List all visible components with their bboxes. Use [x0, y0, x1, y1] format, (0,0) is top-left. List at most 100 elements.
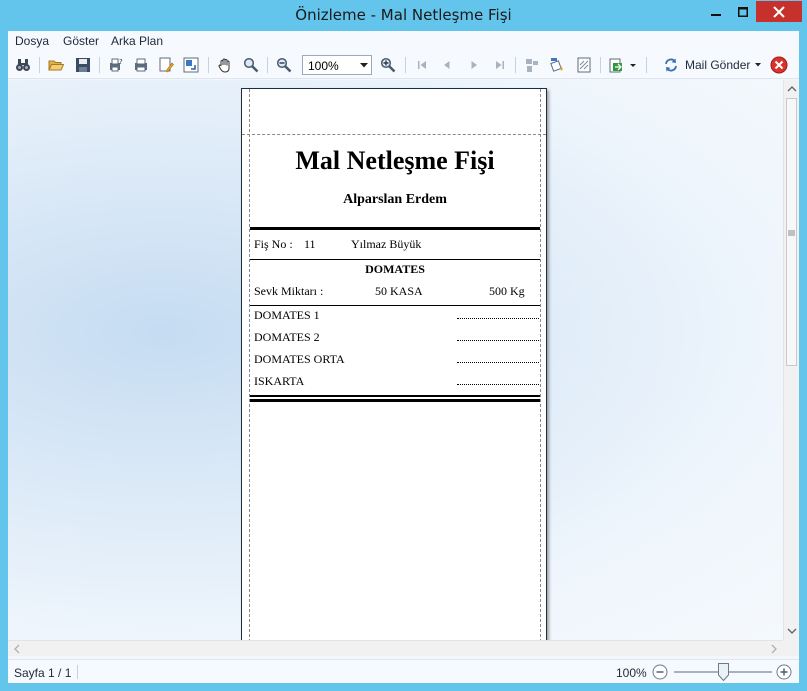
line-item-label: DOMATES 2: [254, 330, 320, 344]
printer-icon: [135, 58, 147, 72]
divider-double-top: [250, 395, 540, 397]
report-subtitle: Alparslan Erdem: [343, 192, 447, 207]
divider: [250, 305, 540, 306]
divider-double-bottom: [250, 399, 540, 402]
export-button[interactable]: [607, 55, 641, 75]
page-margin-top: [242, 134, 546, 135]
toolbar-separator: [600, 57, 601, 73]
report-title: Mal Netleşme Fişi: [295, 146, 495, 175]
close-icon: [773, 5, 785, 18]
print-setup-icon: ?: [110, 58, 123, 72]
watermark-button[interactable]: [574, 55, 594, 75]
window-title: Önizleme - Mal Netleşme Fişi: [295, 6, 512, 24]
first-page-button[interactable]: [412, 55, 432, 75]
find-button[interactable]: [13, 55, 33, 75]
zoom-slider-thumb[interactable]: [717, 663, 729, 681]
menu-dosya[interactable]: Dosya: [15, 34, 49, 48]
next-page-button[interactable]: [464, 55, 484, 75]
magnifier-button[interactable]: [241, 55, 261, 75]
zoom-combo-value: 100%: [308, 59, 339, 73]
sevk-kasa: 50 KASA: [375, 284, 423, 298]
toolbar-separator: [515, 57, 516, 73]
horizontal-scrollbar[interactable]: [8, 640, 783, 656]
paint-bucket-icon: [550, 58, 563, 72]
zoom-combo[interactable]: 100%: [302, 55, 372, 75]
title-bar: Önizleme - Mal Netleşme Fişi: [0, 0, 807, 31]
fis-no-label: Fiş No :: [254, 237, 293, 251]
sevk-label: Sevk Miktarı :: [254, 284, 324, 298]
chevron-down-icon: [755, 63, 762, 67]
product-name: DOMATES: [365, 262, 425, 276]
maximize-button[interactable]: [729, 1, 756, 22]
scale-button[interactable]: [181, 55, 201, 75]
magnifier-icon: [243, 57, 259, 73]
zoom-out-icon: [276, 57, 292, 73]
previous-page-button[interactable]: [437, 55, 457, 75]
save-button[interactable]: [73, 55, 93, 75]
watermark-icon: [577, 57, 591, 73]
line-item-label: DOMATES 1: [254, 308, 320, 322]
zoom-out-circle-icon[interactable]: [652, 664, 668, 680]
menu-arka-plan[interactable]: Arka Plan: [111, 34, 163, 48]
zoom-in-circle-icon[interactable]: [776, 664, 792, 680]
close-button[interactable]: [756, 1, 802, 22]
fis-no-value: 11: [304, 237, 316, 251]
sevk-kg: 500 Kg: [489, 284, 525, 298]
menu-bar: Dosya Göster Arka Plan: [8, 31, 799, 51]
menu-goster[interactable]: Göster: [63, 34, 99, 48]
first-page-icon: [418, 61, 426, 69]
resize-icon: [183, 57, 199, 73]
page-setup-button[interactable]: [156, 55, 176, 75]
last-page-icon: [496, 61, 504, 69]
toolbar-separator: [39, 57, 40, 73]
toolbar-separator: [99, 57, 100, 73]
scroll-left-icon[interactable]: [10, 642, 24, 656]
line-item-label: DOMATES ORTA: [254, 352, 345, 366]
last-page-button[interactable]: [490, 55, 510, 75]
open-button[interactable]: [46, 55, 66, 75]
toolbar: ? 100% Mail Gönder: [8, 51, 799, 79]
vertical-scroll-thumb[interactable]: [786, 98, 797, 366]
print-button[interactable]: [131, 55, 151, 75]
toolbar-separator: [267, 57, 268, 73]
mail-send-button[interactable]: Mail Gönder: [663, 55, 788, 75]
scroll-right-icon[interactable]: [767, 642, 781, 656]
export-icon: [609, 58, 636, 73]
minimize-icon: [710, 13, 721, 16]
status-separator: [77, 665, 78, 679]
client-area: Dosya Göster Arka Plan ? 100% Mail Gönde…: [8, 31, 799, 683]
scroll-up-icon[interactable]: [785, 82, 799, 96]
vertical-scrollbar[interactable]: [783, 80, 799, 640]
svg-text:?: ?: [119, 58, 123, 66]
dotted-fill-line: [457, 318, 539, 319]
line-item-label: ISKARTA: [254, 374, 305, 388]
folder-open-icon: [48, 60, 64, 71]
scroll-down-icon[interactable]: [785, 624, 799, 638]
zoom-in-button[interactable]: [378, 55, 398, 75]
page-edit-icon: [159, 57, 174, 73]
dotted-fill-line: [457, 384, 539, 385]
minimize-button[interactable]: [702, 1, 729, 22]
divider-thick: [250, 227, 540, 230]
chevron-down-icon[interactable]: [357, 56, 371, 74]
zoom-out-button[interactable]: [274, 55, 294, 75]
background-color-button[interactable]: [548, 55, 568, 75]
divider: [250, 259, 540, 260]
scrollbar-corner: [783, 640, 799, 656]
maximize-icon: [737, 6, 748, 17]
multiple-pages-button[interactable]: [522, 55, 542, 75]
print-dialog-button[interactable]: ?: [106, 55, 126, 75]
hand-icon: [218, 58, 230, 73]
hand-tool-button[interactable]: [215, 55, 235, 75]
sync-icon: [665, 58, 677, 72]
save-icon: [76, 58, 90, 72]
toolbar-separator: [208, 57, 209, 73]
toolbar-separator: [405, 57, 406, 73]
previous-page-icon: [444, 61, 450, 69]
mail-send-label: Mail Gönder: [685, 58, 751, 72]
close-preview-icon[interactable]: [770, 56, 788, 74]
multi-page-icon: [526, 59, 538, 72]
binoculars-icon: [16, 59, 30, 71]
preview-viewport[interactable]: Mal Netleşme Fişi Alparslan Erdem Fiş No…: [8, 80, 783, 640]
report-page: Mal Netleşme Fişi Alparslan Erdem Fiş No…: [241, 88, 547, 640]
